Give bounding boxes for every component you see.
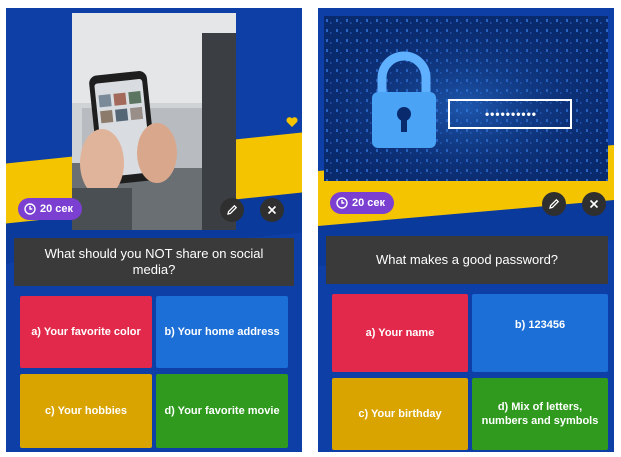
pencil-icon: [227, 204, 238, 215]
answer-b-button[interactable]: b) 123456: [472, 294, 608, 372]
question-text: What makes a good password?: [326, 236, 608, 284]
clock-icon: [24, 203, 36, 215]
close-icon: [267, 205, 277, 215]
close-button[interactable]: [582, 192, 606, 216]
question-photo-phone: [72, 13, 236, 230]
timer-badge: 20 сек: [18, 198, 83, 220]
edit-button[interactable]: [542, 192, 566, 216]
timer-text: 20 сек: [352, 197, 386, 209]
heart-icon: [286, 117, 298, 127]
question-text: What should you NOT share on social medi…: [14, 238, 294, 286]
timer-text: 20 сек: [40, 203, 74, 215]
answer-a-button[interactable]: a) Your name: [332, 294, 468, 372]
answer-d-button[interactable]: d) Your favorite movie: [156, 374, 288, 448]
clock-icon: [336, 197, 348, 209]
close-icon: [589, 199, 599, 209]
answer-b-button[interactable]: b) Your home address: [156, 296, 288, 368]
question-photo-padlock: ••••••••••: [324, 16, 608, 181]
quiz-card-social-media: 20 сек What should you NOT share on soci…: [6, 8, 302, 452]
password-field-mask: ••••••••••: [484, 107, 537, 121]
answer-d-button[interactable]: d) Mix of letters, numbers and symbols: [472, 378, 608, 450]
timer-badge: 20 сек: [330, 192, 395, 214]
answer-c-button[interactable]: c) Your hobbies: [20, 374, 152, 448]
answer-a-button[interactable]: a) Your favorite color: [20, 296, 152, 368]
answer-c-button[interactable]: c) Your birthday: [332, 378, 468, 450]
quiz-card-password: •••••••••• 20 сек What makes a good pass…: [318, 8, 614, 452]
close-button[interactable]: [260, 198, 284, 222]
pencil-icon: [549, 198, 560, 209]
edit-button[interactable]: [220, 198, 244, 222]
